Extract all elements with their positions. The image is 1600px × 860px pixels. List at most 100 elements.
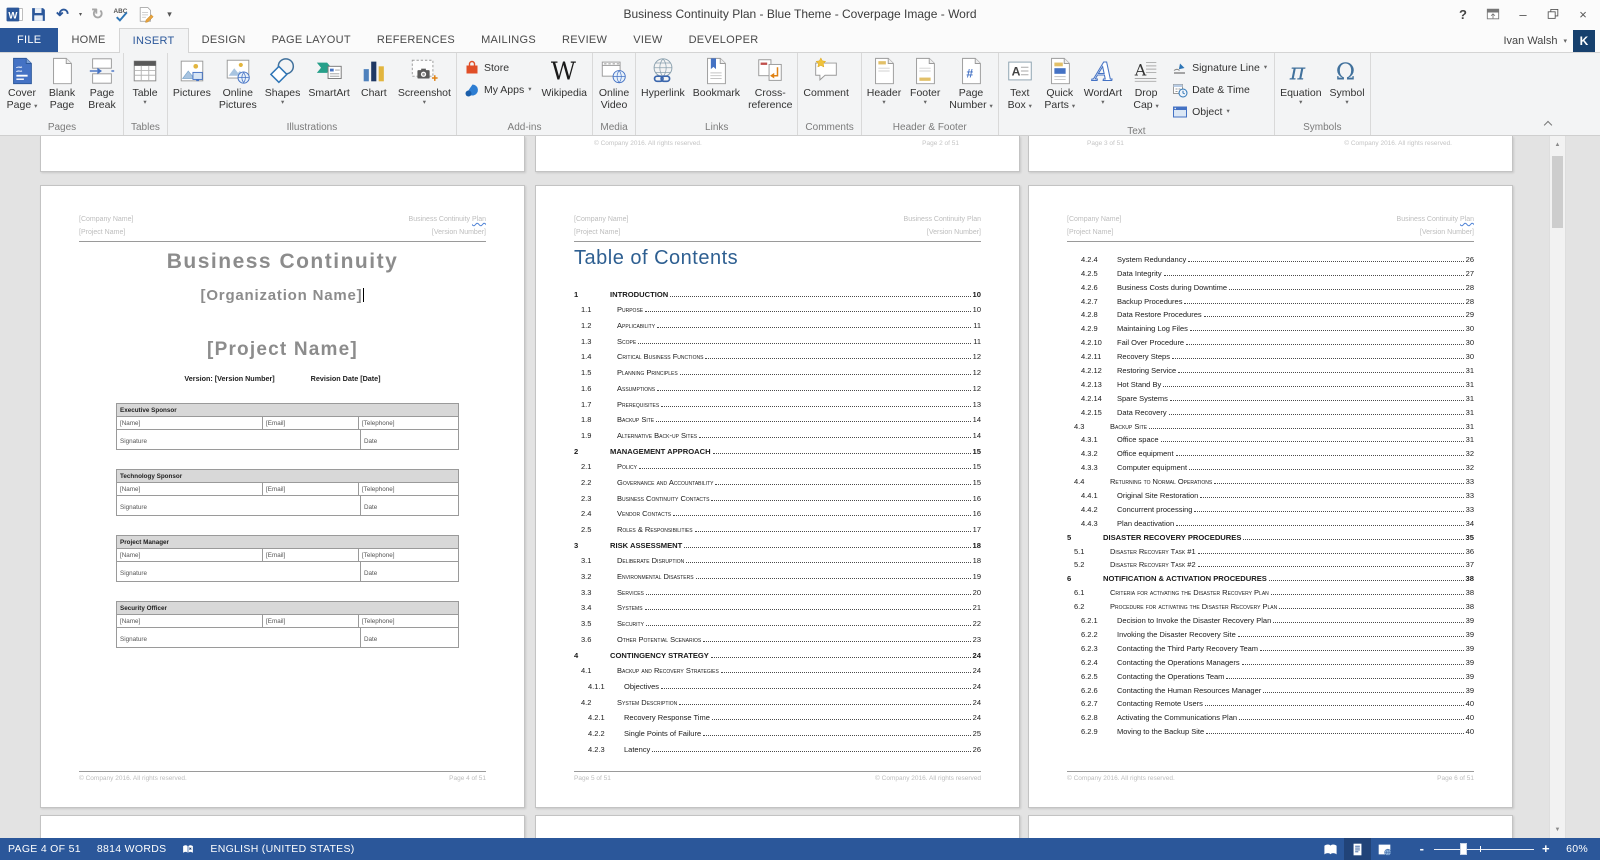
collapse-ribbon-button[interactable] [1540,117,1556,130]
toc-entry[interactable]: 4.4.3Plan deactivation34 [1067,514,1474,528]
ribbon-display-options-button[interactable] [1478,0,1508,28]
toc-entry[interactable]: 4.4.1Original Site Restoration33 [1067,486,1474,500]
toc-entry[interactable]: 3.3Services20 [574,581,981,597]
toc-entry[interactable]: 1.4Critical Business Functions12 [574,346,981,362]
table-title-cell[interactable]: Executive Sponsor [117,404,458,417]
page-indicator[interactable]: PAGE 4 OF 51 [0,838,89,860]
zoom-in-button[interactable]: + [1536,838,1556,860]
page-7-partial[interactable] [40,815,525,838]
table-cell[interactable]: [Name] [117,615,263,627]
toc-entry[interactable]: 4.2.14Spare Systems31 [1067,389,1474,403]
toc-entry[interactable]: 4.3.2Office equipment32 [1067,444,1474,458]
table-cell[interactable]: [Telephone] [359,483,458,495]
page-2-partial[interactable]: © Company 2016. All rights reserved. Pag… [535,136,1020,172]
toc-entry[interactable]: 4.2.11Recovery Steps30 [1067,347,1474,361]
comment-button[interactable]: Comment [799,54,853,120]
cover-page-button[interactable]: CoverPage ▾ [2,54,42,120]
toc-entry[interactable]: 3.2Environmental Disasters19 [574,565,981,581]
tab-home[interactable]: HOME [58,28,118,53]
toc-entry[interactable]: 5.1Disaster Recovery Task #136 [1067,542,1474,556]
toc-entry[interactable]: 3.1Deliberate Disruption18 [574,550,981,566]
table-title-cell[interactable]: Security Officer [117,602,458,615]
wordart-button[interactable]: AWordArt▾ [1080,54,1126,120]
toc-entry[interactable]: 4.2.13Hot Stand By31 [1067,375,1474,389]
signature-line-button[interactable]: Signature Line▾ [1169,59,1270,77]
toc-entry[interactable]: 4.2.1Recovery Response Time24 [574,707,981,723]
zoom-slider-thumb[interactable] [1460,843,1467,855]
toc-entry[interactable]: 4.4.2Concurrent processing33 [1067,500,1474,514]
tab-review[interactable]: REVIEW [549,28,620,53]
chart-button[interactable]: Chart [354,54,394,120]
date-cell[interactable]: Date [361,562,458,581]
toc-entry[interactable]: 3RISK ASSESSMENT18 [574,534,981,550]
vertical-scrollbar[interactable]: ▲ ▼ [1549,136,1566,838]
tab-mailings[interactable]: MAILINGS [468,28,549,53]
save-icon[interactable] [30,6,47,23]
toc-entry[interactable]: 5DISASTER RECOVERY PROCEDURES35 [1067,528,1474,542]
toc-entry[interactable]: 4.1Backup and Recovery Strategies24 [574,660,981,676]
header-button[interactable]: Header▾ [863,54,905,120]
smartart-button[interactable]: SmartArt [304,54,353,120]
zoom-slider[interactable] [1434,838,1534,860]
language-indicator[interactable]: ENGLISH (UNITED STATES) [202,838,362,860]
text-box-button[interactable]: ATextBox ▾ [1000,54,1040,120]
table-cell[interactable]: [Email] [263,549,359,561]
table-title-cell[interactable]: Technology Sponsor [117,470,458,483]
toc-entry[interactable]: 1.1Purpose10 [574,299,981,315]
tab-view[interactable]: VIEW [620,28,675,53]
dropdown-arrow-icon[interactable]: ▾ [79,11,82,18]
repeat-icon[interactable]: ↻ [89,6,106,23]
signature-cell[interactable]: Signature [117,562,361,581]
toc-entry[interactable]: 6.2.6Contacting the Human Resources Mana… [1067,681,1474,695]
date-time-button[interactable]: Date & Time [1169,81,1253,99]
footer-button[interactable]: Footer▾ [905,54,945,120]
toc-entry[interactable]: 4.2.4System Redundancy26 [1067,250,1474,264]
toc-entry[interactable]: 4.2.8Data Restore Procedures29 [1067,306,1474,320]
table-cell[interactable]: [Email] [263,483,359,495]
scroll-down-button[interactable]: ▼ [1550,822,1565,837]
scrollbar-thumb[interactable] [1552,156,1563,228]
toc-entry[interactable]: 5.2Disaster Recovery Task #237 [1067,556,1474,570]
table-title-cell[interactable]: Project Manager [117,536,458,549]
toc-entry[interactable]: 6.2.1Decision to Invoke the Disaster Rec… [1067,611,1474,625]
toc-entry[interactable]: 4.2.7Backup Procedures28 [1067,292,1474,306]
toc-entry[interactable]: 2.1Policy15 [574,456,981,472]
proofing-errors-icon[interactable] [174,838,202,860]
page-8-partial[interactable] [535,815,1020,838]
my-apps-button[interactable]: My Apps▾ [461,81,535,99]
signature-cell[interactable]: Signature [117,430,361,449]
scroll-up-button[interactable]: ▲ [1550,137,1565,152]
page-3-partial[interactable]: Page 3 of 51 © Company 2016. All rights … [1028,136,1513,172]
toc-entry[interactable]: 1INTRODUCTION10 [574,283,981,299]
date-cell[interactable]: Date [361,496,458,515]
word-logo-icon[interactable]: W [6,6,23,23]
toc-entry[interactable]: 4.2.9Maintaining Log Files30 [1067,319,1474,333]
tab-page-layout[interactable]: PAGE LAYOUT [259,28,364,53]
toc-entry[interactable]: 2.2Governance and Accountability15 [574,471,981,487]
print-layout-button[interactable] [1344,838,1371,860]
signature-cell[interactable]: Signature [117,496,361,515]
close-button[interactable]: × [1568,0,1598,28]
customize-quick-access-icon[interactable]: ▾ [161,6,178,23]
table-button[interactable]: Table▾ [125,54,165,120]
document-area[interactable]: © Company 2016. All rights reserved. Pag… [0,136,1600,838]
quick-parts-button[interactable]: QuickParts ▾ [1040,54,1080,120]
date-cell[interactable]: Date [361,628,458,647]
store-button[interactable]: Store [461,59,512,77]
drop-cap-button[interactable]: ADropCap ▾ [1126,54,1166,120]
toc-entry[interactable]: 4.2.10Fail Over Procedure30 [1067,333,1474,347]
toc-entry[interactable]: 2MANAGEMENT APPROACH15 [574,440,981,456]
minimize-button[interactable]: – [1508,0,1538,28]
wikipedia-button[interactable]: WWikipedia [538,54,592,120]
tab-insert[interactable]: INSERT [119,28,189,53]
page-4-cover[interactable]: [Company Name] [Project Name] Business C… [40,185,525,808]
tab-developer[interactable]: DEVELOPER [676,28,772,53]
undo-icon[interactable]: ↶ [54,6,71,23]
toc-entry[interactable]: 4.1.1Objectives24 [574,675,981,691]
user-account[interactable]: Ivan Walsh ▾ K [1503,28,1600,53]
page-5-toc[interactable]: [Company Name] [Project Name] Business C… [535,185,1020,808]
toc-entry[interactable]: 1.7Prerequisites13 [574,393,981,409]
toc-entry[interactable]: 4.3.1Office space31 [1067,431,1474,445]
tab-references[interactable]: REFERENCES [364,28,468,53]
help-button[interactable]: ? [1448,0,1478,28]
